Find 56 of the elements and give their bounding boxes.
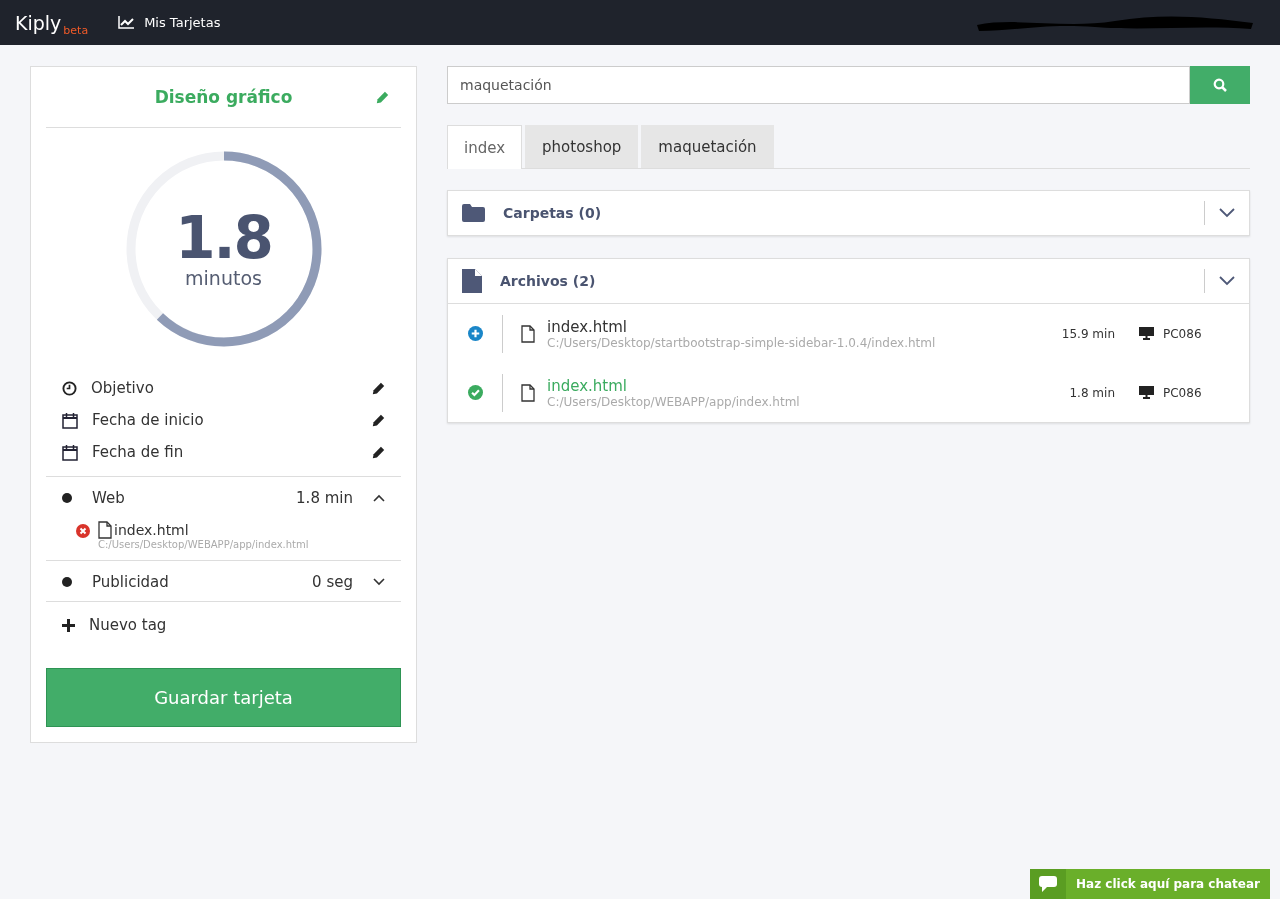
pencil-icon[interactable] [372,381,385,395]
file-icon [521,383,535,402]
nav-link[interactable]: Mis Tarjetas [118,15,221,30]
tag-dot-icon [62,493,72,503]
clock-icon [62,380,77,396]
folder-icon [462,204,485,222]
tab[interactable]: photoshop [525,125,639,168]
monitor-icon [1139,327,1154,340]
field-label: Fecha de fin [92,443,185,461]
gauge-unit: minutos [185,267,262,289]
beta-label: beta [63,23,89,37]
device-name: PC086 [1163,326,1202,341]
field-label: Objetivo [91,379,155,397]
pencil-icon[interactable] [372,413,385,427]
chevron-down-icon[interactable] [373,578,385,586]
monitor-icon [1139,386,1154,399]
search-field[interactable]: maquetación [447,66,1190,104]
file-path: C:/Users/Desktop/WEBAPP/app/index.html [547,394,801,409]
card-title: Diseño gráfico [154,87,293,107]
file-name: index.html [114,522,189,538]
calendar-icon [62,443,78,461]
speech-bubble-icon [1039,876,1058,892]
chevron-down-icon[interactable] [1219,276,1235,286]
logo[interactable]: Kiply [15,11,62,34]
file-path: C:/Users/Desktop/WEBAPP/app/index.html [98,539,309,550]
file-icon [98,521,112,539]
plus-circle-icon[interactable] [468,326,483,341]
file-name[interactable]: index.html [547,317,1045,336]
file-time: 1.8 min [1068,385,1115,400]
tag-dot-icon [62,577,72,587]
section-title: Archivos (2) [500,273,597,289]
tab[interactable]: maquetación [641,125,774,168]
tag-name[interactable]: Web [92,489,283,507]
chevron-down-icon[interactable] [1219,208,1235,218]
document-icon [462,269,482,293]
tag-time: 0 seg [312,573,353,591]
tag-name[interactable]: Publicidad [92,573,299,591]
tab[interactable]: index [447,125,523,169]
calendar-icon [62,411,78,429]
gauge-value: 1.8 [175,209,272,267]
file-path: C:/Users/Desktop/startbootstrap-simple-sidebar-1.0.4/index.html [547,335,937,350]
error-icon [76,524,90,538]
search-icon [1213,78,1227,92]
line-chart-icon [118,16,135,29]
field-label: Fecha de inicio [92,411,205,429]
section-title: Carpetas (0) [503,205,603,221]
file-time: 15.9 min [1060,326,1115,341]
check-circle-icon [468,385,483,400]
search-button[interactable] [1190,66,1250,104]
chevron-up-icon[interactable] [373,494,385,502]
new-tag-link[interactable]: Nuevo tag [89,616,167,634]
device-name: PC086 [1163,385,1202,400]
file-icon [521,324,535,343]
tag-time: 1.8 min [296,489,353,507]
plus-icon[interactable] [62,618,75,632]
pencil-icon[interactable] [372,445,385,459]
